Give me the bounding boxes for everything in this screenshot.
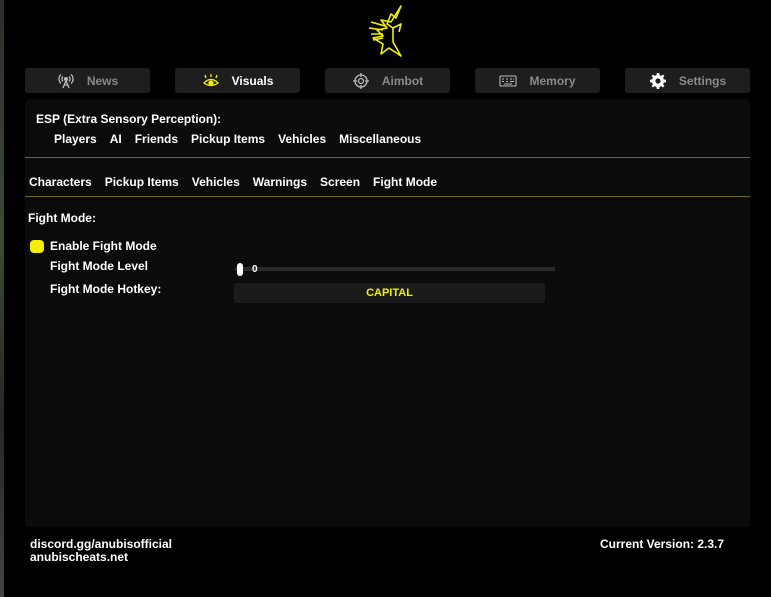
eye-icon xyxy=(202,73,220,89)
enable-fight-mode-label[interactable]: Enable Fight Mode xyxy=(50,239,157,253)
tab-label: Settings xyxy=(678,73,727,88)
section-title: Fight Mode: xyxy=(28,211,96,225)
main-tab-bar: News Visuals Aimbot Memory Settings xyxy=(25,68,750,93)
crosshair-icon xyxy=(352,72,370,89)
tab-label: Memory xyxy=(529,73,576,88)
subtab-screen[interactable]: Screen xyxy=(320,175,360,189)
tab-label: Visuals xyxy=(231,73,274,88)
slider-value: 0 xyxy=(252,264,258,275)
esp-category-players[interactable]: Players xyxy=(54,132,97,146)
background-edge xyxy=(0,0,4,597)
subtab-nav: Characters Pickup Items Vehicles Warning… xyxy=(29,175,437,189)
fight-mode-hotkey-button[interactable]: CAPITAL xyxy=(234,283,545,303)
antenna-icon xyxy=(57,73,75,89)
version-label: Current Version: 2.3.7 xyxy=(600,537,725,551)
esp-category-friends[interactable]: Friends xyxy=(135,132,178,146)
subtab-vehicles[interactable]: Vehicles xyxy=(192,175,240,189)
esp-category-nav: Players AI Friends Pickup Items Vehicles… xyxy=(54,132,421,146)
esp-title: ESP (Extra Sensory Perception): xyxy=(36,112,222,126)
divider xyxy=(25,196,750,197)
subtab-fight-mode[interactable]: Fight Mode xyxy=(373,175,437,189)
tab-aimbot[interactable]: Aimbot xyxy=(325,68,450,93)
website-link[interactable]: anubischeats.net xyxy=(30,550,128,564)
enable-fight-mode-checkbox[interactable] xyxy=(30,240,44,253)
anubis-logo-icon xyxy=(368,5,402,57)
esp-category-pickup-items[interactable]: Pickup Items xyxy=(191,132,265,146)
fight-mode-level-slider[interactable] xyxy=(235,267,555,271)
esp-category-miscellaneous[interactable]: Miscellaneous xyxy=(339,132,421,146)
tab-label: Aimbot xyxy=(381,73,424,88)
esp-category-ai[interactable]: AI xyxy=(110,132,122,146)
slider-handle[interactable] xyxy=(237,263,243,276)
tab-memory[interactable]: Memory xyxy=(475,68,600,93)
subtab-characters[interactable]: Characters xyxy=(29,175,92,189)
keyboard-icon xyxy=(499,73,518,89)
visuals-panel: ESP (Extra Sensory Perception): Players … xyxy=(25,99,750,527)
discord-link[interactable]: discord.gg/anubisofficial xyxy=(30,537,172,551)
tab-settings[interactable]: Settings xyxy=(625,68,750,93)
divider xyxy=(25,157,750,158)
tab-label: News xyxy=(86,73,119,88)
subtab-pickup-items[interactable]: Pickup Items xyxy=(105,175,179,189)
esp-category-vehicles[interactable]: Vehicles xyxy=(278,132,326,146)
subtab-warnings[interactable]: Warnings xyxy=(253,175,307,189)
tab-news[interactable]: News xyxy=(25,68,150,93)
fight-mode-hotkey-label: Fight Mode Hotkey: xyxy=(50,282,162,296)
fight-mode-level-label: Fight Mode Level xyxy=(50,259,149,273)
tab-visuals[interactable]: Visuals xyxy=(175,68,300,93)
gear-icon xyxy=(649,72,667,89)
